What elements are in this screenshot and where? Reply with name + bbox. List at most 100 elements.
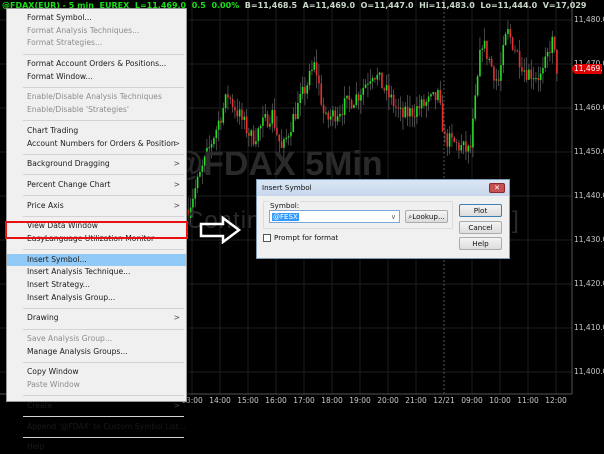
candle-body — [528, 69, 530, 80]
candle-body — [371, 78, 374, 82]
candle-body — [472, 118, 474, 148]
candle-body — [241, 109, 243, 120]
price-tick-label: 11,400.0 — [574, 367, 604, 376]
menu-item-chart-trading[interactable]: Chart Trading — [7, 125, 186, 138]
cancel-button[interactable]: Cancel — [459, 221, 502, 234]
menu-item-background-dragging[interactable]: Background Dragging > — [7, 158, 186, 171]
prompt-format-checkbox[interactable] — [263, 234, 271, 242]
candle-body — [227, 94, 229, 98]
candle-body — [215, 129, 218, 139]
plot-button[interactable]: Plot — [459, 204, 502, 217]
candle-body — [229, 97, 232, 99]
menu-item-format-window[interactable]: Format Window... — [7, 71, 186, 84]
menu-item-account-numbers-for-orders-position[interactable]: Account Numbers for Orders & Position > — [7, 138, 186, 151]
menu-item-enable-disable-analysis-techniques[interactable]: Enable/Disable Analysis Techniques — [7, 91, 186, 104]
candle-body — [525, 70, 528, 80]
candle-body — [346, 95, 348, 99]
menu-item-manage-analysis-groups[interactable]: Manage Analysis Groups... — [7, 346, 186, 359]
lookup-button[interactable]: ⌕Lookup... — [405, 210, 448, 223]
candle-body — [355, 94, 358, 106]
candle-body — [493, 66, 495, 81]
candle-body — [416, 106, 418, 117]
candle-body — [437, 89, 439, 101]
candle-body — [497, 79, 500, 81]
menu-separator — [23, 174, 184, 176]
menu-item-label: Insert Symbol... — [27, 254, 87, 264]
chevron-down-icon[interactable]: ∨ — [391, 211, 396, 223]
close-button[interactable]: ✕ — [489, 183, 505, 193]
menu-item-percent-change-chart[interactable]: Percent Change Chart > — [7, 179, 186, 192]
prompt-format-label[interactable]: Prompt for format — [274, 233, 338, 242]
candle-body — [507, 29, 509, 35]
low: Lo=11,444.0 — [480, 1, 538, 10]
bid: B=11,468.5 — [244, 1, 298, 10]
menu-item-label: Insert Strategy... — [27, 280, 90, 289]
menu-item-format-account-orders-positions[interactable]: Format Account Orders & Positions... — [7, 58, 186, 71]
menu-item-append-fdax-to-custom-symbol-list[interactable]: Append '@FDAX' to Custom Symbol List... — [7, 421, 186, 434]
candle-body — [255, 141, 257, 145]
symbol-group: Symbol: @FESX ∨ ⌕Lookup... — [263, 201, 453, 229]
menu-item-help[interactable]: Help — [7, 441, 186, 454]
menu-item-insert-analysis-technique[interactable]: Insert Analysis Technique... — [7, 266, 186, 279]
candle-body — [448, 133, 451, 147]
candle-body — [320, 83, 323, 105]
price-tick-label: 11,460.0 — [574, 103, 604, 112]
candle-body — [343, 98, 346, 115]
candle-body — [308, 70, 311, 86]
candle-body — [402, 107, 404, 118]
symbol-combobox[interactable]: @FESX ∨ — [269, 210, 400, 223]
candle-body — [276, 127, 278, 135]
menu-item-format-symbol[interactable]: Format Symbol... — [7, 12, 186, 25]
time-tick-label: 14:00 — [209, 396, 231, 405]
candle-body — [224, 94, 227, 109]
candle-body — [301, 86, 304, 94]
candle-body — [252, 130, 255, 145]
menu-item-copy-window[interactable]: Copy Window — [7, 366, 186, 379]
candle-body — [458, 142, 460, 151]
menu-item-price-axis[interactable]: Price Axis > — [7, 200, 186, 213]
menu-item-paste-window[interactable]: Paste Window — [7, 379, 186, 392]
menu-item-label: Save Analysis Group... — [27, 334, 113, 344]
chevron-right-icon: > — [173, 159, 180, 169]
menu-item-label: Enable/Disable Analysis Techniques — [27, 92, 162, 102]
candle-body — [222, 108, 225, 123]
candle-body — [441, 103, 444, 132]
help-button[interactable]: Help — [459, 237, 502, 250]
price-tick-label: 11,440.0 — [574, 191, 604, 200]
candle-body — [348, 95, 351, 101]
candle-body — [406, 106, 409, 117]
candle-body — [535, 78, 537, 80]
candle-body — [217, 120, 220, 130]
menu-item-enable-disable-strategies[interactable]: Enable/Disable 'Strategies' — [7, 104, 186, 117]
menu-item-format-analysis-techniques[interactable]: Format Analysis Techniques... — [7, 25, 186, 38]
candle-body — [332, 110, 334, 117]
menu-item-drawing[interactable]: Drawing > — [7, 312, 186, 325]
menu-item-insert-analysis-group[interactable]: Insert Analysis Group... — [7, 292, 186, 305]
menu-item-label: Create — [27, 400, 53, 410]
candle-body — [390, 94, 393, 98]
time-tick-label: 11:00 — [517, 396, 539, 405]
menu-item-insert-symbol[interactable]: Insert Symbol... — [7, 253, 186, 267]
menu-item-create[interactable]: Create > — [7, 400, 186, 413]
candle-body — [504, 34, 507, 46]
candle-body — [542, 68, 544, 74]
menu-item-format-strategies[interactable]: Format Strategies... — [7, 37, 186, 50]
candle-body — [388, 85, 390, 98]
time-tick-label: 09:00 — [461, 396, 483, 405]
chevron-right-icon: > — [173, 179, 180, 189]
candle-body — [486, 40, 488, 59]
candle-body — [266, 114, 269, 127]
candle-body — [350, 100, 353, 109]
menu-item-save-analysis-group[interactable]: Save Analysis Group... — [7, 333, 186, 346]
candle-body — [369, 81, 372, 84]
menu-item-label: Manage Analysis Groups... — [27, 346, 128, 356]
menu-separator — [23, 416, 184, 417]
candle-body — [285, 137, 288, 140]
menu-item-label: Format Account Orders & Positions... — [27, 59, 167, 69]
time-tick-label: 17:00 — [293, 396, 315, 405]
menu-item-label: Append '@FDAX' to Custom Symbol List... — [27, 421, 186, 431]
menu-item-insert-strategy[interactable]: Insert Strategy... — [7, 279, 186, 292]
candle-body — [194, 188, 197, 199]
candle-body — [278, 134, 281, 142]
candle-body — [490, 58, 493, 67]
